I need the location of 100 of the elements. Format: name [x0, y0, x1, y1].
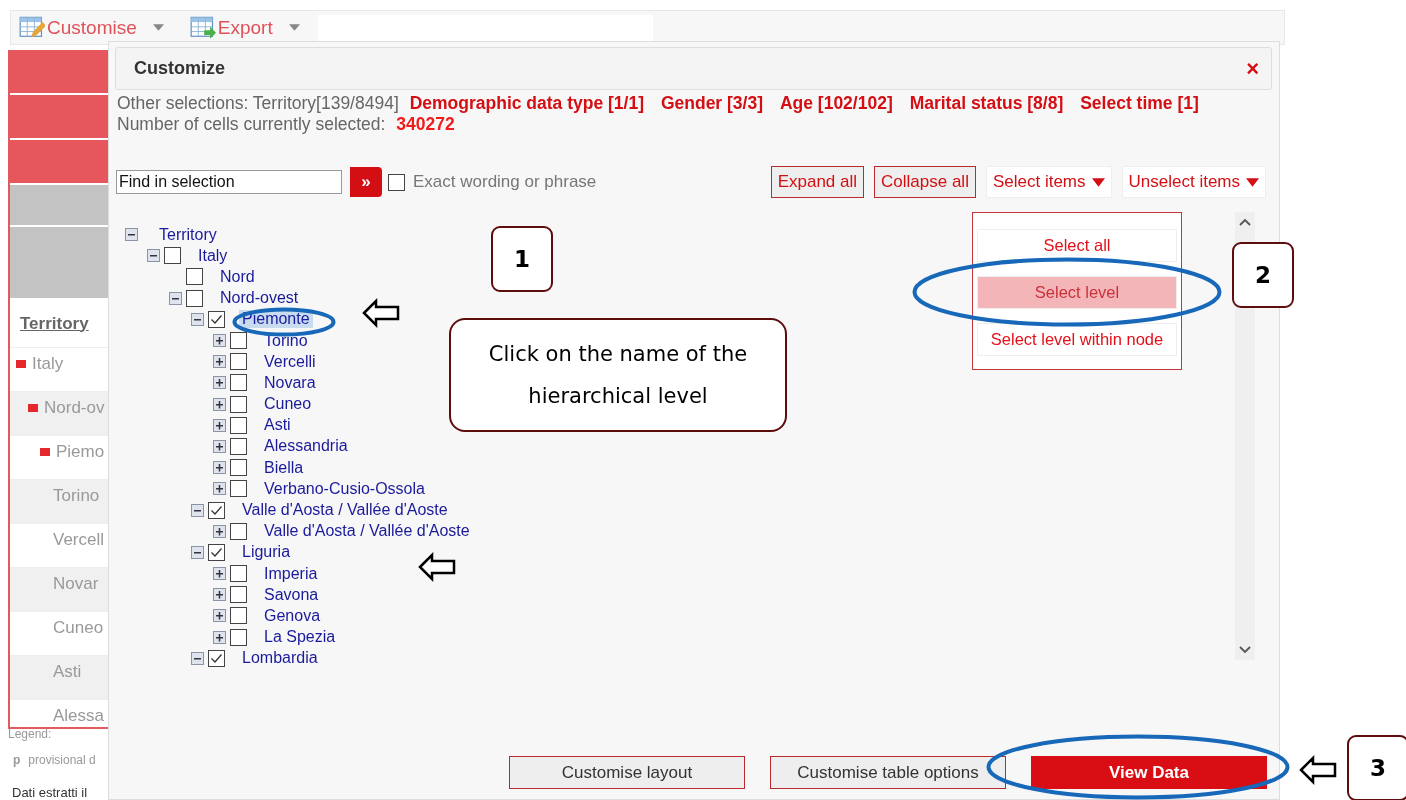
caret-icon[interactable]: [1246, 177, 1259, 187]
checkbox[interactable]: [230, 437, 247, 455]
dialog-button[interactable]: Customise layout: [509, 756, 745, 789]
legend-label: Legend:: [8, 727, 52, 741]
caret-icon[interactable]: [152, 24, 164, 31]
dropdown-button[interactable]: Unselect items: [1121, 166, 1266, 198]
menu-item[interactable]: Select all: [977, 229, 1177, 262]
expand-icon[interactable]: [213, 588, 226, 602]
left-arrow-icon: [362, 299, 400, 327]
action-button[interactable]: Collapse all: [874, 166, 976, 198]
tree-item-label[interactable]: Novara: [261, 373, 319, 392]
tree-item-label[interactable]: Asti: [261, 416, 294, 435]
close-button[interactable]: ×: [1246, 57, 1259, 80]
tree-item-label[interactable]: Imperia: [261, 564, 321, 583]
collapse-icon[interactable]: [191, 503, 204, 517]
dropdown-button[interactable]: Select items: [985, 166, 1112, 198]
tree-item-label[interactable]: Vercelli: [261, 352, 319, 371]
expand-icon[interactable]: [213, 630, 226, 644]
legend-text: provisional d: [28, 753, 96, 767]
expand-icon[interactable]: [213, 397, 226, 411]
tree-item-label[interactable]: Valle d'Aosta / Vallée d'Aoste: [239, 501, 451, 520]
tree-item-label[interactable]: Territory: [156, 225, 220, 244]
collapse-icon[interactable]: [147, 249, 160, 263]
checkbox[interactable]: [230, 628, 247, 646]
checkbox[interactable]: [230, 607, 247, 625]
checkbox[interactable]: [230, 332, 247, 350]
checkbox[interactable]: [388, 173, 405, 191]
expand-icon[interactable]: [213, 461, 226, 475]
column-header[interactable]: Territory: [20, 313, 89, 334]
dialog-button[interactable]: Customise table options: [770, 756, 1006, 789]
search-field[interactable]: Find in selection: [116, 170, 342, 194]
tree-item-label[interactable]: Cuneo: [261, 395, 315, 414]
checkbox[interactable]: [186, 289, 203, 307]
checkbox[interactable]: [164, 247, 181, 265]
collapse-icon[interactable]: [191, 545, 204, 559]
callout-text: Click on the name of the hierarchical level: [449, 318, 787, 432]
step-number: 3: [1347, 735, 1406, 800]
table-edit-icon[interactable]: [19, 15, 45, 40]
checkbox[interactable]: [230, 586, 247, 604]
collapse-icon[interactable]: [169, 291, 182, 305]
tree-item-label[interactable]: Italy: [195, 246, 231, 265]
collapse-icon[interactable]: [125, 228, 138, 242]
expand-icon[interactable]: [213, 567, 226, 581]
tree-item-label[interactable]: La Spezia: [261, 628, 339, 647]
checkbox[interactable]: [230, 395, 247, 413]
caret-icon[interactable]: [1091, 177, 1105, 187]
row-header: Alessa: [53, 706, 105, 726]
menu-item[interactable]: Select level within node: [977, 323, 1177, 356]
expand-icon[interactable]: [213, 355, 226, 369]
action-button[interactable]: Expand all: [770, 166, 865, 198]
expand-icon[interactable]: [213, 418, 226, 432]
tree-item-label[interactable]: Verbano-Cusio-Ossola: [261, 479, 428, 498]
row-header: Asti: [53, 662, 82, 682]
left-arrow-icon: [418, 553, 456, 581]
footer-note: Dati estratti il: [12, 785, 88, 800]
tree-item-label[interactable]: Savona: [261, 585, 322, 604]
collapse-icon[interactable]: [191, 651, 204, 665]
step-number: 1: [491, 226, 553, 292]
checkbox[interactable]: [208, 310, 225, 328]
checkbox[interactable]: [230, 480, 247, 498]
toolbar-field[interactable]: [317, 14, 653, 41]
tree-item-label[interactable]: Liguria: [239, 543, 294, 562]
checkbox[interactable]: [230, 565, 247, 583]
tree-item-label[interactable]: Valle d'Aosta / Vallée d'Aoste: [261, 522, 473, 541]
checkbox[interactable]: [186, 268, 203, 286]
checkbox[interactable]: [230, 522, 247, 540]
toolbar-menu[interactable]: Customise: [47, 16, 137, 39]
tree-item-label[interactable]: Alessandria: [261, 437, 351, 456]
search-button[interactable]: »: [350, 167, 382, 197]
table-export-icon[interactable]: [189, 15, 216, 40]
checkbox[interactable]: [230, 459, 247, 477]
tree-item-label[interactable]: Nord: [217, 267, 258, 286]
collapse-icon[interactable]: [191, 312, 204, 326]
toolbar-menu[interactable]: Export: [217, 16, 273, 39]
checkbox[interactable]: [208, 649, 225, 667]
checkbox[interactable]: [208, 501, 225, 519]
view-data-button[interactable]: View Data: [1031, 756, 1267, 789]
expand-icon[interactable]: [213, 482, 226, 496]
scroll-up-icon[interactable]: [1239, 218, 1251, 226]
left-arrow-icon: [1299, 756, 1337, 784]
checkbox[interactable]: [230, 374, 247, 392]
scroll-down-icon[interactable]: [1239, 646, 1251, 654]
checkbox[interactable]: [208, 543, 225, 561]
row-header: Italy: [32, 354, 64, 374]
checkbox-label[interactable]: Exact wording or phrase: [413, 172, 597, 192]
expand-icon[interactable]: [213, 376, 226, 390]
step-number: 2: [1232, 242, 1294, 308]
caret-icon[interactable]: [288, 24, 300, 31]
checkbox[interactable]: [230, 416, 247, 434]
expand-icon[interactable]: [213, 609, 226, 623]
tree-item-label[interactable]: Lombardia: [239, 649, 321, 668]
tree-item-label[interactable]: Genova: [261, 606, 324, 625]
tree-item-label[interactable]: Nord-ovest: [217, 289, 302, 308]
expand-icon[interactable]: [213, 439, 226, 453]
dialog-title: Customize: [134, 58, 225, 79]
checkbox[interactable]: [230, 353, 247, 371]
expand-icon[interactable]: [213, 524, 226, 538]
expand-icon[interactable]: [213, 334, 226, 348]
tree-item-label[interactable]: Biella: [261, 458, 307, 477]
selection-summary: Other selections: Territory[139/8494] Demographic data type [1/1] Gender [3/3] Age [102/102] Marital status [8/8] Select time [1] Number of cells currently selected: 340272: [117, 93, 1200, 135]
